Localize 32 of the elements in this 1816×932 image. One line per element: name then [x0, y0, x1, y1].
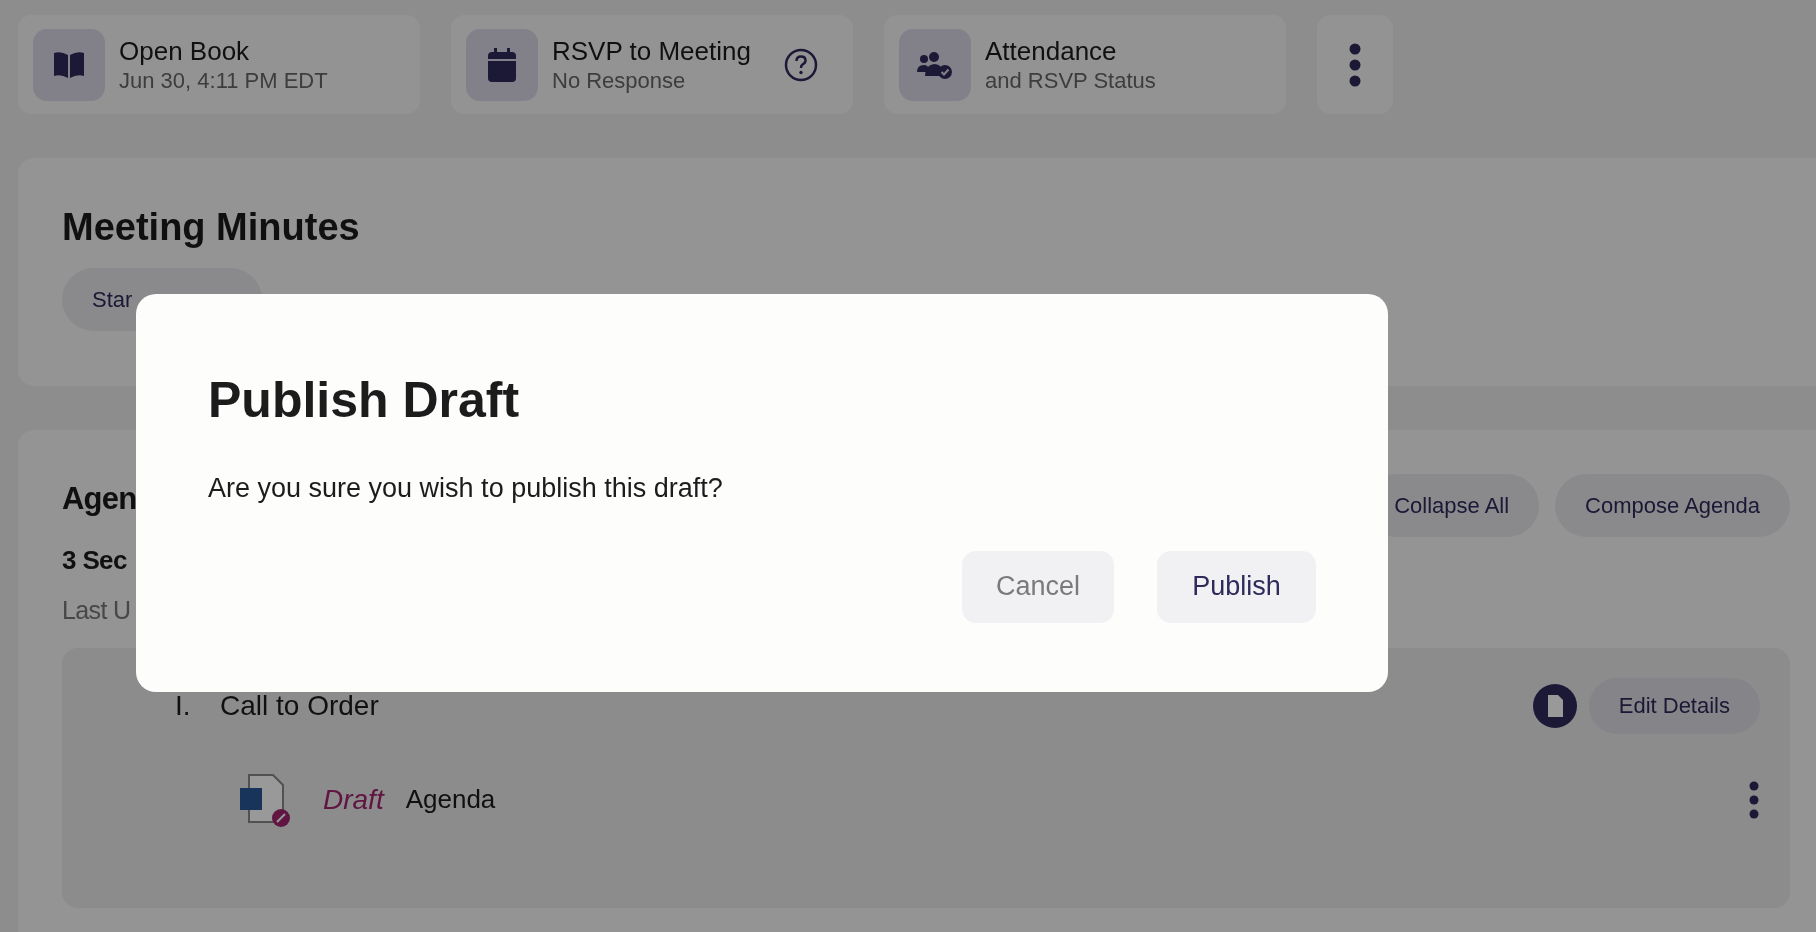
card-subtitle: Jun 30, 4:11 PM EDT	[119, 66, 329, 95]
book-icon	[52, 49, 86, 80]
card-title: RSVP to Meeting	[552, 34, 752, 67]
document-name: Agenda	[405, 783, 497, 816]
dialog-title: Publish Draft	[208, 371, 521, 430]
people-icon	[916, 49, 954, 80]
toolbar-button[interactable]: Compose Agenda	[1555, 474, 1790, 537]
section-count: 3 Sec	[62, 544, 127, 577]
help-icon[interactable]	[784, 47, 818, 82]
card-subtitle: No Response	[552, 66, 687, 95]
card-subtitle: and RSVP Status	[985, 66, 1157, 95]
publish-button[interactable]: Publish	[1157, 550, 1316, 623]
action-card[interactable]: Attendance and RSVP Status	[884, 15, 1286, 114]
item-title: Call to Order	[220, 688, 380, 723]
kebab-icon	[1349, 42, 1361, 87]
action-card[interactable]: Open Book Jun 30, 4:11 PM EDT	[18, 15, 420, 114]
calendar-icon	[487, 47, 517, 82]
card-title: Open Book	[119, 34, 251, 67]
document-icon[interactable]	[1532, 683, 1577, 728]
item-number: I.	[175, 688, 192, 723]
more-button[interactable]	[1317, 15, 1393, 114]
draft-label: Draft	[323, 782, 384, 817]
edit-details-button[interactable]: Edit Details	[1588, 677, 1760, 734]
card-title: Attendance	[985, 34, 1118, 67]
cancel-button[interactable]: Cancel	[962, 550, 1114, 623]
section-title: Meeting Minutes	[62, 205, 361, 250]
last-updated: Last U	[62, 595, 131, 626]
kebab-icon[interactable]	[1748, 780, 1760, 819]
action-card[interactable]: RSVP to Meeting No Response	[451, 15, 853, 114]
word-document-icon	[237, 771, 293, 828]
dialog-message: Are you sure you wish to publish this draft?	[208, 472, 724, 505]
section-title: Agen	[62, 480, 137, 518]
